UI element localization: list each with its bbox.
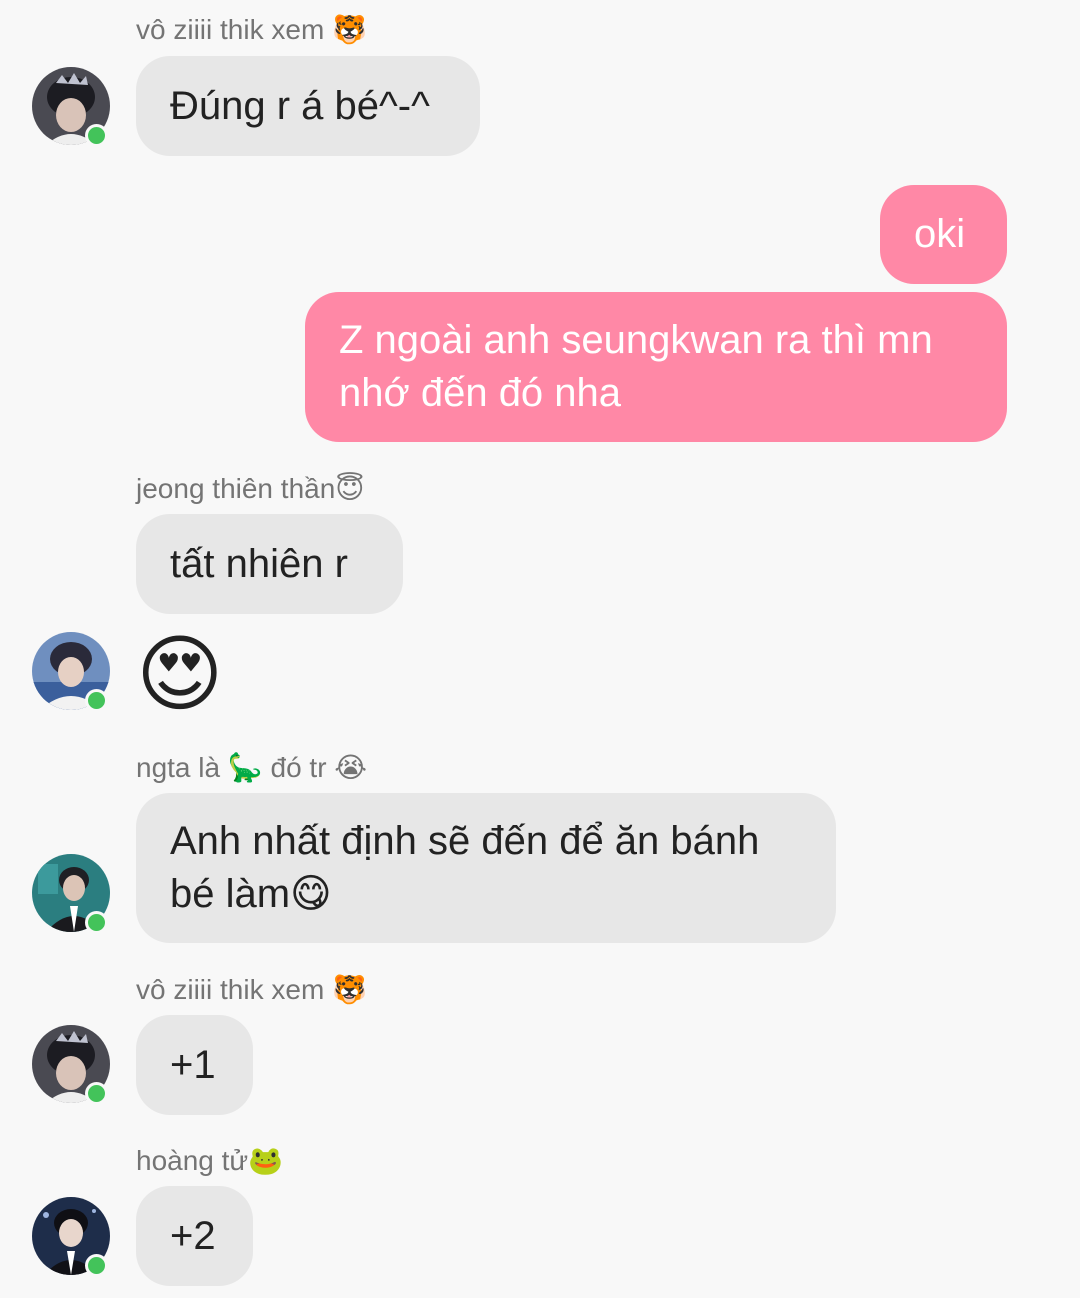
message-bubble[interactable]: +2 [136,1186,253,1286]
emoji-message[interactable]: 😍 [136,624,224,724]
avatar[interactable] [32,67,110,147]
message-bubble[interactable]: +1 [136,1015,253,1115]
avatar[interactable] [32,1025,110,1105]
online-status-dot [85,911,108,934]
avatar[interactable] [32,854,110,934]
sender-name: ngta là 🦕 đó tr 😭 [136,752,368,783]
sender-name: vô ziiii thik xem 🐯 [136,974,367,1005]
sender-name: hoàng tử🐸 [136,1145,284,1176]
online-status-dot [85,1254,108,1277]
sender-name: jeong thiên thần😇 [136,473,365,504]
message-bubble-outgoing[interactable]: oki [880,185,1007,284]
avatar[interactable] [32,1197,110,1277]
sender-name: vô ziiii thik xem 🐯 [136,14,367,45]
message-bubble[interactable]: Anh nhất định sẽ đến để ăn bánh bé làm😋 [136,793,836,943]
message-bubble-outgoing[interactable]: Z ngoài anh seungkwan ra thì mn nhớ đến … [305,292,1007,442]
online-status-dot [85,689,108,712]
message-bubble[interactable]: tất nhiên r [136,514,403,614]
message-bubble[interactable]: Đúng r á bé^-^ [136,56,480,156]
online-status-dot [85,1082,108,1105]
avatar[interactable] [32,632,110,712]
online-status-dot [85,124,108,147]
